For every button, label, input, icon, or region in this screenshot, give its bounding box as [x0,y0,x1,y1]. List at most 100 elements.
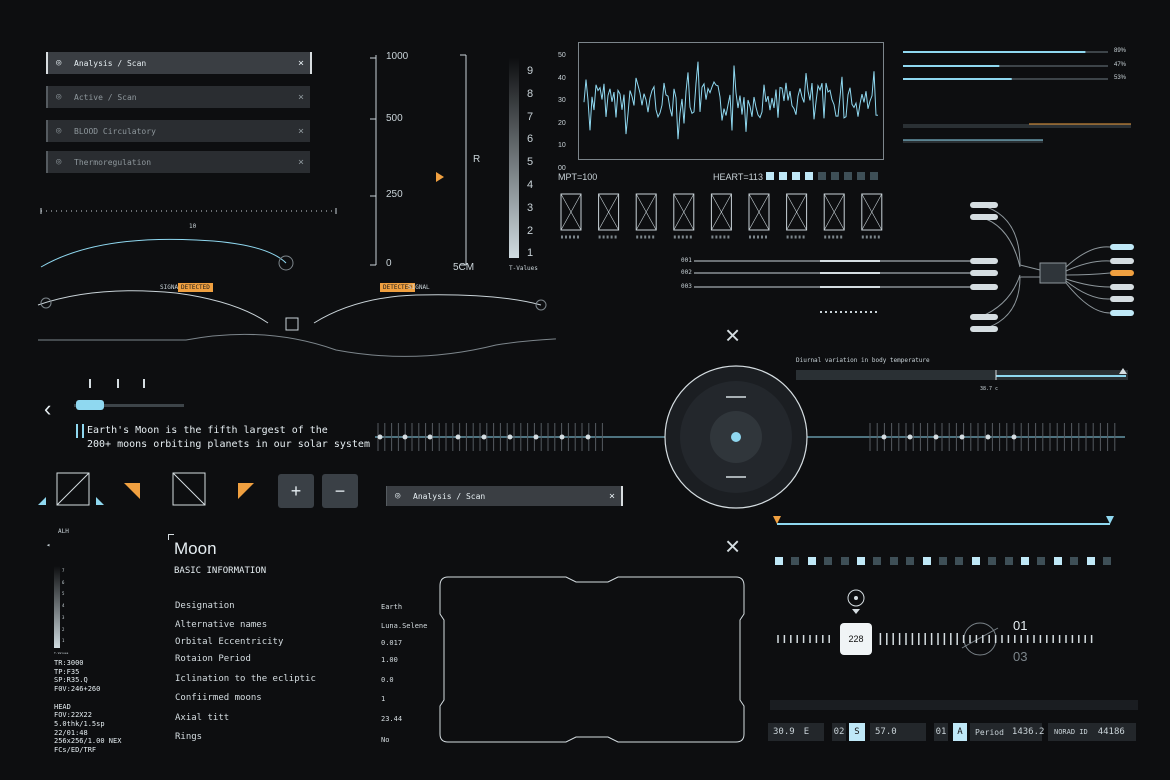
viewport-frame [439,576,745,743]
timeline-dot [907,434,913,440]
stat-line: SP:R35.Q [54,676,88,685]
y-tick: 10 [558,142,566,149]
status-square [889,557,898,565]
table-row-label: Confiirmed moons [175,693,262,703]
heart-dot [857,172,865,180]
left-arrow-icon[interactable]: ◂ [46,541,50,549]
dial-value[interactable]: 228 [840,623,872,655]
table-row-value: 0.017 [381,639,403,647]
timeline-dot [481,434,487,440]
heart-dot [792,172,800,180]
menu-item-blood-circulatory[interactable]: ◎ BLOOD Circulatory × [46,120,310,142]
period-label: Period [975,727,1004,737]
stat-line: HEAD [54,702,71,711]
stat-line [54,694,121,703]
sidebar-scale-bar [54,566,60,648]
timeline-dot [533,434,539,440]
sidebar-scale: 7 6 5 4 3 2 1 [62,565,64,647]
mpt-readout: MPT=100 [558,172,598,182]
close-icon[interactable]: × [298,126,304,137]
table-row-label: Rotaion Period [175,654,251,664]
r-label: R [473,154,481,165]
heart-indicator [766,172,886,180]
a-badge: A [953,723,967,741]
status-square [1070,557,1079,565]
scale-tick: 500 [386,113,403,124]
s-badge: S [849,723,865,741]
timeline-dot [427,434,433,440]
heart-dot [831,172,839,180]
node-connector [694,202,1134,332]
close-icon[interactable]: × [298,58,304,69]
t-value: 6 [527,133,534,146]
close-icon[interactable]: × [609,491,615,502]
table-row-label: Designation [175,601,235,611]
table-row-value: 23.44 [381,715,403,723]
timeline-dot [585,434,591,440]
analysis-scan-tab[interactable]: ◎ Analysis / Scan × [386,486,623,506]
heart-readout: HEART=113 [713,172,763,182]
status-square [824,557,833,565]
status-square [971,557,980,565]
menu-item-thermoregulation[interactable]: ◎ Thermoregulation × [46,151,310,173]
stat-line: 5.0thk/1.5sp [54,719,105,728]
y-tick: 50 [558,52,566,59]
menu-item-active-scan[interactable]: ◎ Active / Scan × [46,86,310,108]
zoom-out-button[interactable]: − [322,474,358,508]
back-chevron-icon[interactable]: ‹ [44,396,51,422]
bar-value: 89% [1114,48,1127,54]
timeline-dot [507,434,513,440]
coord-chip: 30.9 E [768,723,824,741]
heart-waveform [578,42,884,160]
heart-dot [766,172,774,180]
sidebar-scale-value: 4 [62,603,65,609]
status-square [1021,557,1029,565]
t-value: 7 [527,110,534,123]
timeline-dot [933,434,939,440]
close-icon[interactable]: × [298,92,304,103]
sidebar-scale-value: 2 [62,626,65,632]
target-icon: ◎ [395,491,401,501]
moon-subtitle: BASIC INFORMATION [174,566,267,576]
menu-item-analysis-scan[interactable]: ◎ Analysis / Scan × [46,52,312,74]
status-square [906,557,915,565]
y-tick: 40 [558,74,566,82]
t-value: 8 [527,87,534,100]
scale-tick: 250 [386,189,403,200]
stat-line: 22/01:48 [54,728,88,737]
detected-badge: DETECTED [178,283,213,292]
close-icon[interactable]: × [298,157,304,168]
zoom-in-button[interactable]: + [278,474,314,508]
norad-label: NORAD ID [1054,728,1088,736]
progress-bars [903,51,1131,143]
sidebar-scale-value: 1 [62,638,65,644]
signal-center-tick: 10 [189,223,197,230]
period-chip: Period 1436.2 [970,723,1044,741]
t-value: 4 [527,178,534,191]
table-row-value: Earth [381,603,403,611]
bar-value: 47% [1114,62,1127,68]
t-value: 5 [527,156,534,169]
stat-line: TP:F35 [54,667,80,676]
bar-value: 53% [1114,75,1127,81]
cross-icon: × [725,531,741,561]
stat-line: FCs/ED/TRF [54,746,97,755]
sidebar-scale-value: 5 [62,591,65,597]
moon-slider[interactable] [74,376,184,416]
moon-title: Moon [174,539,217,558]
tab-label: Analysis / Scan [413,491,486,501]
table-row-value: No [381,736,390,744]
status-square [922,557,931,565]
table-row-label: Axial titt [175,713,230,723]
timeline-dot [377,434,383,440]
menu-item-label: Thermoregulation [74,157,152,167]
scale-tick: 1000 [386,51,409,62]
quote-mark [76,424,84,438]
node-label: 003 [681,283,692,290]
status-square [1004,557,1013,565]
sidebar-stats: TR:3000 TP:F35 SP:R35.Q F0V:246+260 HEAD… [54,659,121,755]
stat-line: TR:3000 [54,659,84,667]
coord-dir: E [803,727,810,737]
cross-icon: × [725,320,741,350]
t-value: 9 [527,65,534,77]
